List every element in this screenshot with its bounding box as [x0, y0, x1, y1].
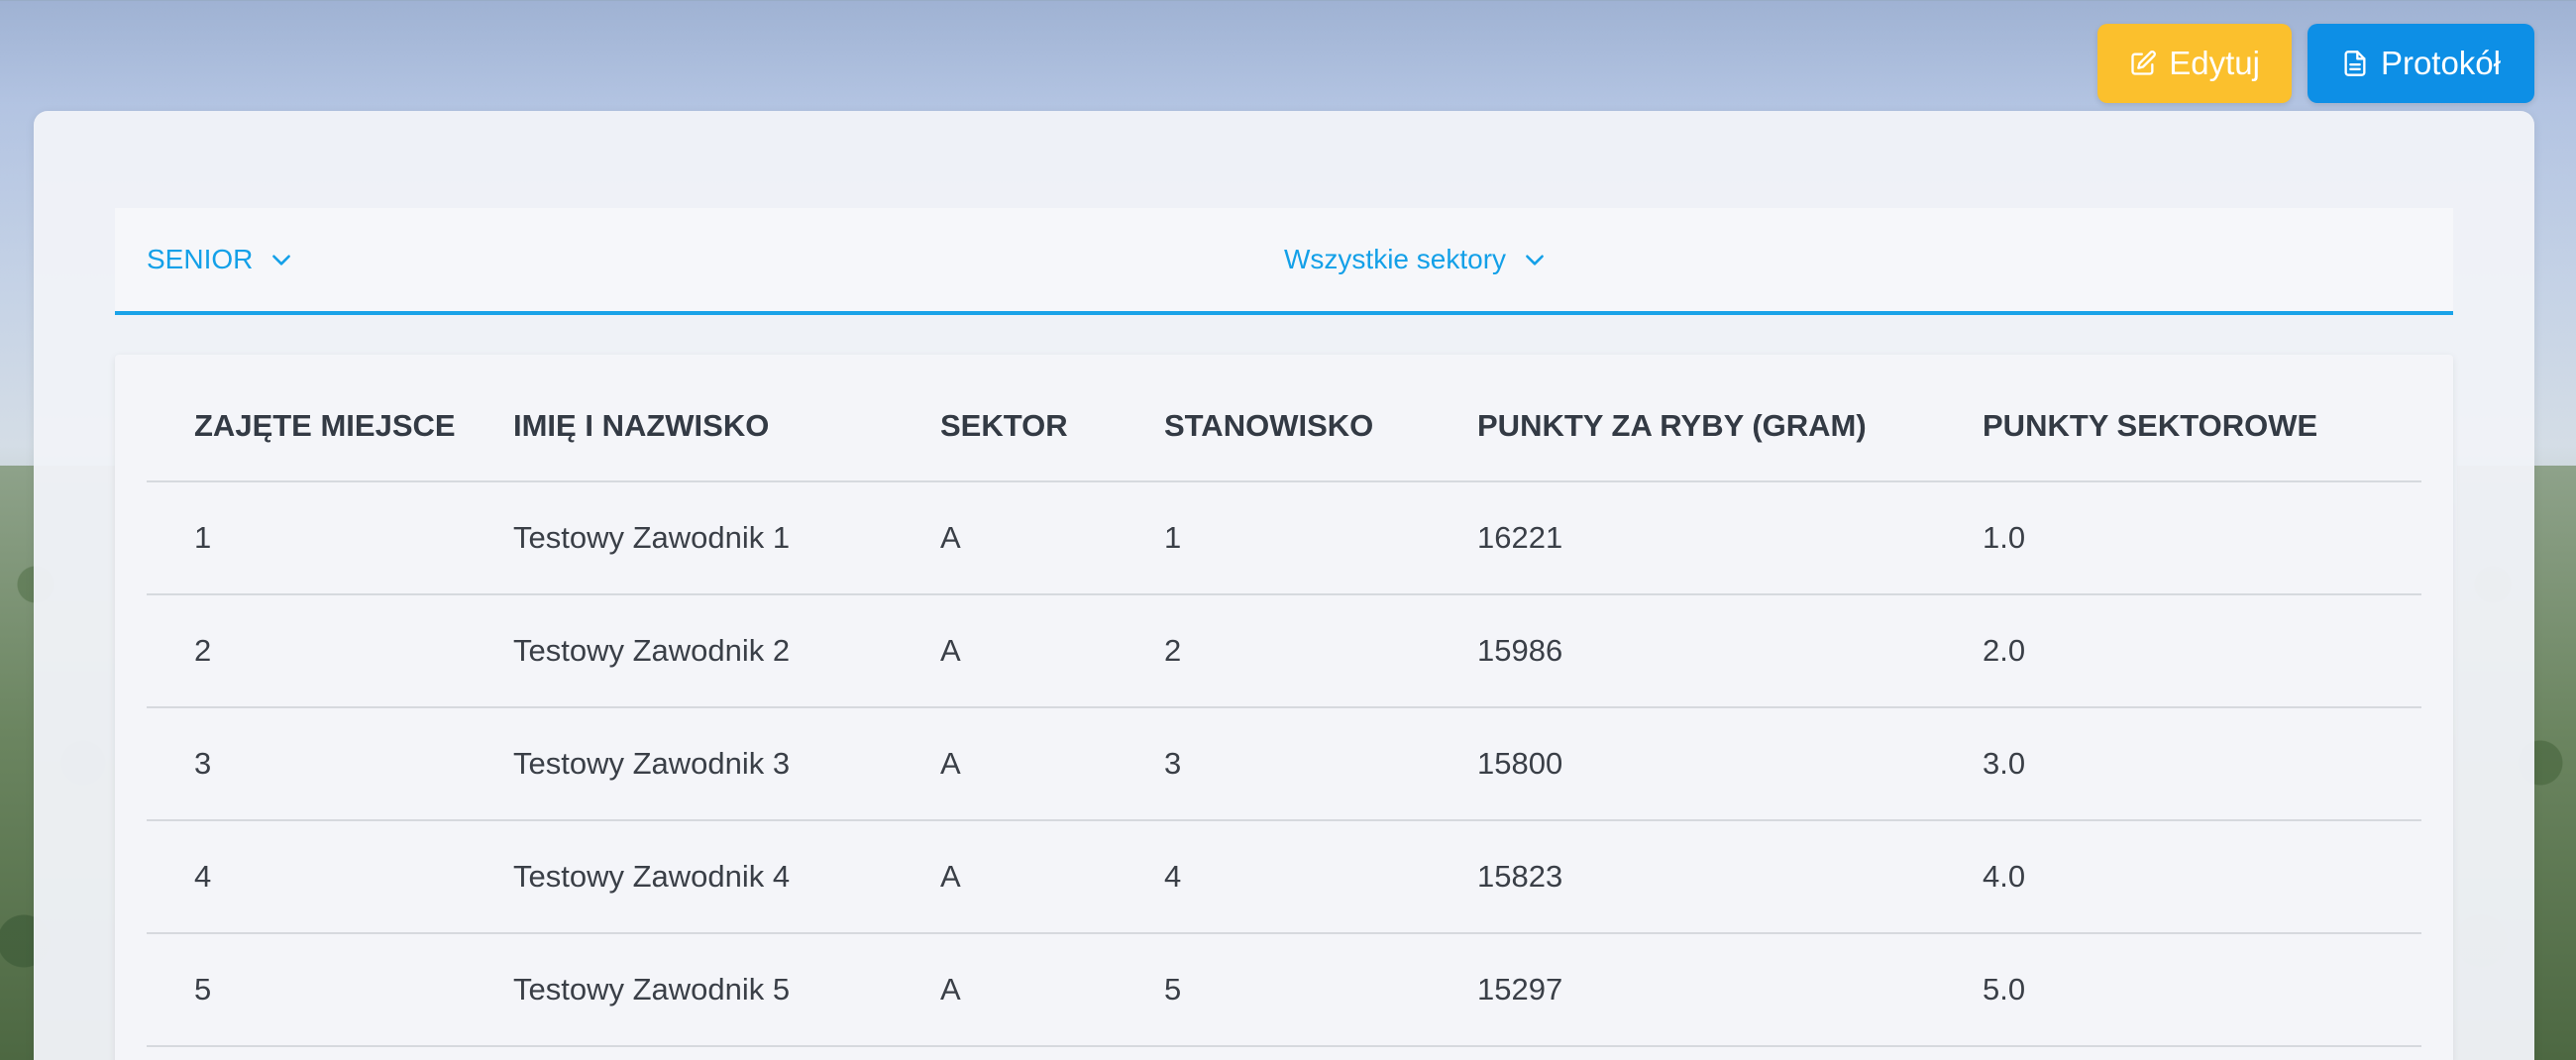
cell-name: Testowy Zawodnik 4: [512, 820, 939, 934]
cell-position: 4: [1163, 820, 1476, 934]
cell-fish-points: 15800: [1476, 707, 1982, 821]
cell-name: Testowy Zawodnik 5: [512, 933, 939, 1047]
filter-bar: SENIOR Wszystkie sektory: [115, 208, 2453, 315]
protocol-button-label: Protokół: [2380, 45, 2501, 81]
header-place[interactable]: ZAJĘTE MIEJSCE: [147, 355, 512, 482]
cell-sector-points: 5.0: [1982, 933, 2421, 1047]
chevron-down-icon: [1526, 255, 1544, 265]
cell-place: 4: [147, 820, 512, 934]
results-table-container: ZAJĘTE MIEJSCE IMIĘ I NAZWISKO SEKTOR ST…: [115, 355, 2453, 1060]
cell-place: 2: [147, 594, 512, 708]
edit-button[interactable]: Edytuj: [2097, 24, 2292, 103]
cell-sector-points: 4.0: [1982, 820, 2421, 934]
cell-name: Testowy Zawodnik 2: [512, 594, 939, 708]
header-position[interactable]: STANOWISKO: [1163, 355, 1476, 482]
results-table: ZAJĘTE MIEJSCE IMIĘ I NAZWISKO SEKTOR ST…: [147, 355, 2421, 1047]
cell-sector-points: 3.0: [1982, 707, 2421, 821]
cell-position: 1: [1163, 481, 1476, 595]
cell-sector: A: [939, 594, 1163, 708]
cell-place: 1: [147, 481, 512, 595]
cell-name: Testowy Zawodnik 3: [512, 707, 939, 821]
cell-position: 5: [1163, 933, 1476, 1047]
chevron-down-icon: [272, 255, 291, 265]
table-row: 1 Testowy Zawodnik 1 A 1 16221 1.0: [147, 481, 2421, 595]
table-row: 2 Testowy Zawodnik 2 A 2 15986 2.0: [147, 594, 2421, 708]
document-icon: [2344, 51, 2366, 76]
protocol-button[interactable]: Protokół: [2307, 24, 2534, 103]
table-row: 3 Testowy Zawodnik 3 A 3 15800 3.0: [147, 707, 2421, 821]
sector-dropdown[interactable]: Wszystkie sektory: [1284, 244, 1548, 275]
cell-fish-points: 16221: [1476, 481, 1982, 595]
cell-name: Testowy Zawodnik 1: [512, 481, 939, 595]
cell-sector-points: 1.0: [1982, 481, 2421, 595]
cell-sector: A: [939, 707, 1163, 821]
table-row: 4 Testowy Zawodnik 4 A 4 15823 4.0: [147, 820, 2421, 934]
header-fish-points[interactable]: PUNKTY ZA RYBY (GRAM): [1476, 355, 1982, 482]
cell-sector: A: [939, 481, 1163, 595]
edit-button-label: Edytuj: [2169, 45, 2260, 81]
cell-position: 3: [1163, 707, 1476, 821]
sector-dropdown-label: Wszystkie sektory: [1284, 244, 1507, 274]
header-name[interactable]: IMIĘ I NAZWISKO: [512, 355, 939, 482]
cell-sector: A: [939, 933, 1163, 1047]
cell-fish-points: 15297: [1476, 933, 1982, 1047]
table-row: 5 Testowy Zawodnik 5 A 5 15297 5.0: [147, 933, 2421, 1047]
cell-fish-points: 15823: [1476, 820, 1982, 934]
results-card: SENIOR Wszystkie sektory ZAJĘTE MIEJSCE …: [34, 111, 2534, 1060]
cell-sector: A: [939, 820, 1163, 934]
cell-place: 3: [147, 707, 512, 821]
top-actions: Edytuj Protokół: [2097, 24, 2534, 103]
edit-icon: [2131, 51, 2157, 75]
cell-position: 2: [1163, 594, 1476, 708]
table-header-row: ZAJĘTE MIEJSCE IMIĘ I NAZWISKO SEKTOR ST…: [147, 355, 2421, 482]
header-sector-points[interactable]: PUNKTY SEKTOROWE: [1982, 355, 2421, 482]
cell-fish-points: 15986: [1476, 594, 1982, 708]
cell-sector-points: 2.0: [1982, 594, 2421, 708]
header-sector[interactable]: SEKTOR: [939, 355, 1163, 482]
cell-place: 5: [147, 933, 512, 1047]
category-dropdown-label: SENIOR: [147, 244, 254, 274]
category-dropdown[interactable]: SENIOR: [147, 244, 294, 275]
